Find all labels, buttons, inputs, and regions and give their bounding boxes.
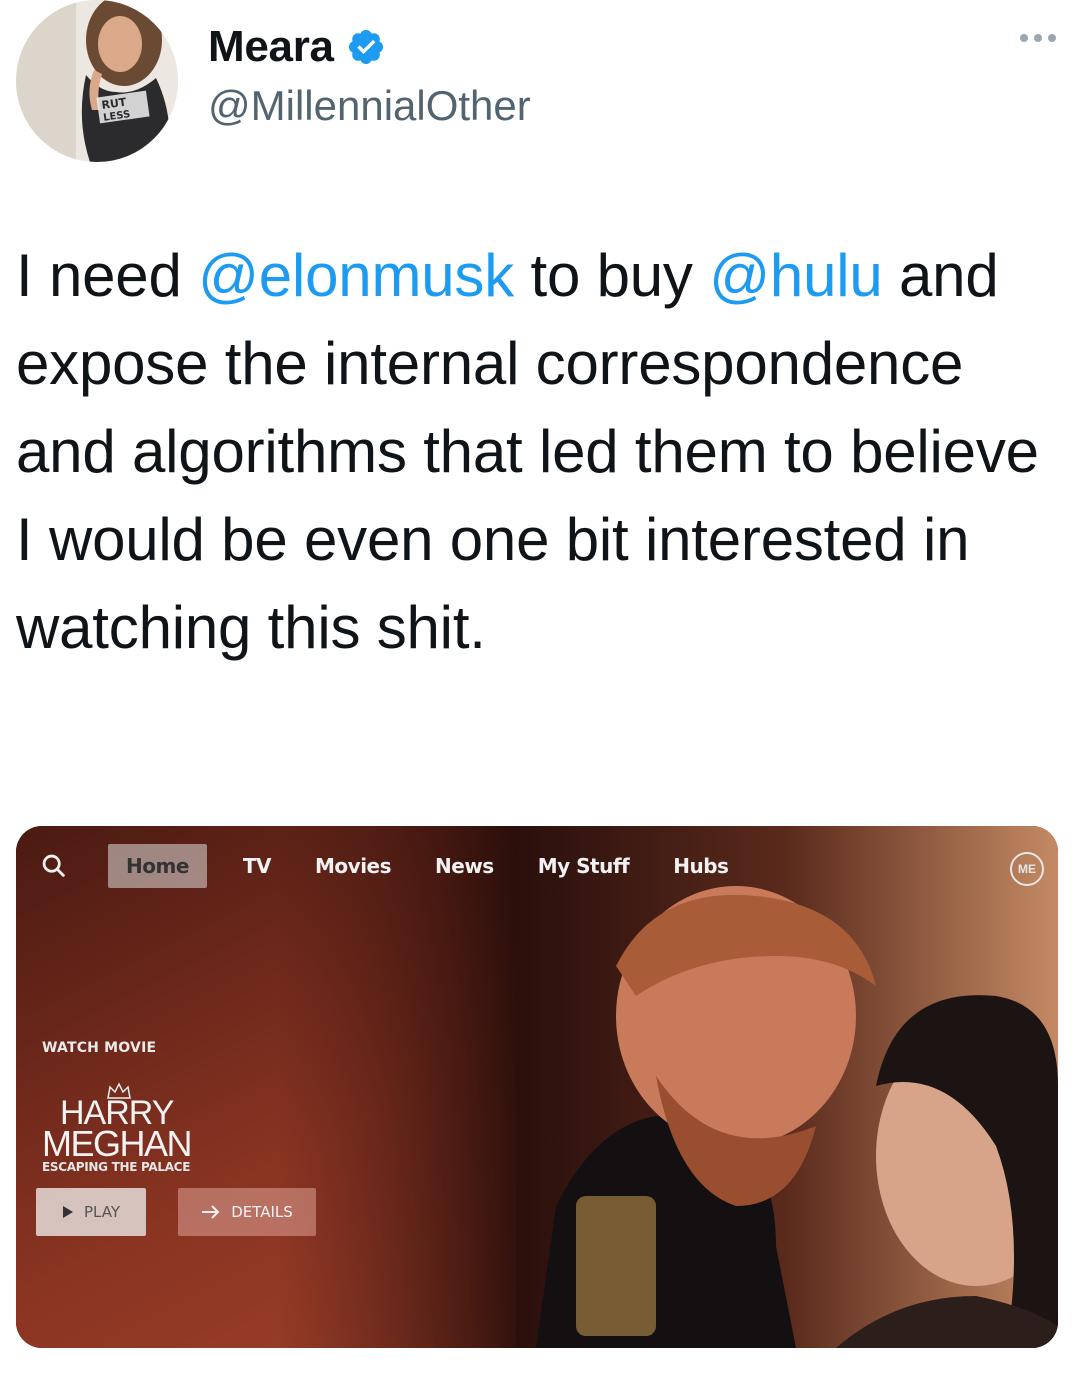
details-button[interactable]: DETAILS [178, 1188, 316, 1236]
nav-tab-hubs[interactable]: Hubs [673, 854, 729, 878]
author-name-row[interactable]: Meara [208, 22, 386, 72]
nav-tab-news[interactable]: News [435, 854, 494, 878]
watch-movie-label: WATCH MOVIE [42, 1040, 157, 1056]
mention-link[interactable]: @elonmusk [198, 242, 514, 309]
hulu-top-nav: Home TV Movies News My Stuff Hubs [16, 826, 1058, 906]
details-button-label: DETAILS [231, 1203, 293, 1221]
author-display-name[interactable]: Meara [208, 22, 334, 72]
tweet-text-part: to buy [514, 242, 710, 309]
nav-tab-tv[interactable]: TV [243, 854, 272, 878]
more-dots-icon[interactable] [1020, 34, 1056, 42]
tweet-text-part: I need [16, 242, 199, 309]
play-button[interactable]: PLAY [36, 1188, 146, 1236]
play-button-label: PLAY [83, 1203, 120, 1221]
avatar[interactable]: RUT LESS [16, 0, 178, 162]
author-handle[interactable]: @MillennialOther [208, 82, 531, 130]
play-icon [62, 1206, 73, 1218]
search-icon[interactable] [40, 852, 68, 880]
mention-link[interactable]: @hulu [709, 242, 883, 309]
movie-title-line-2: MEGHAN [42, 1123, 193, 1164]
tweet-media-image[interactable]: Home TV Movies News My Stuff Hubs ME WAT… [16, 826, 1058, 1348]
nav-tab-my-stuff[interactable]: My Stuff [538, 854, 630, 878]
verified-badge-icon [348, 29, 383, 65]
nav-tab-movies[interactable]: Movies [315, 854, 392, 878]
movie-subtitle: ESCAPING THE PALACE [42, 1160, 191, 1174]
avatar-photo: RUT LESS [16, 0, 178, 162]
arrow-right-icon [202, 1205, 220, 1219]
nav-tab-home[interactable]: Home [108, 844, 207, 888]
profile-me-icon[interactable]: ME [1010, 852, 1044, 886]
tweet-text: I need @elonmusk to buy @hulu and expose… [16, 232, 1066, 672]
